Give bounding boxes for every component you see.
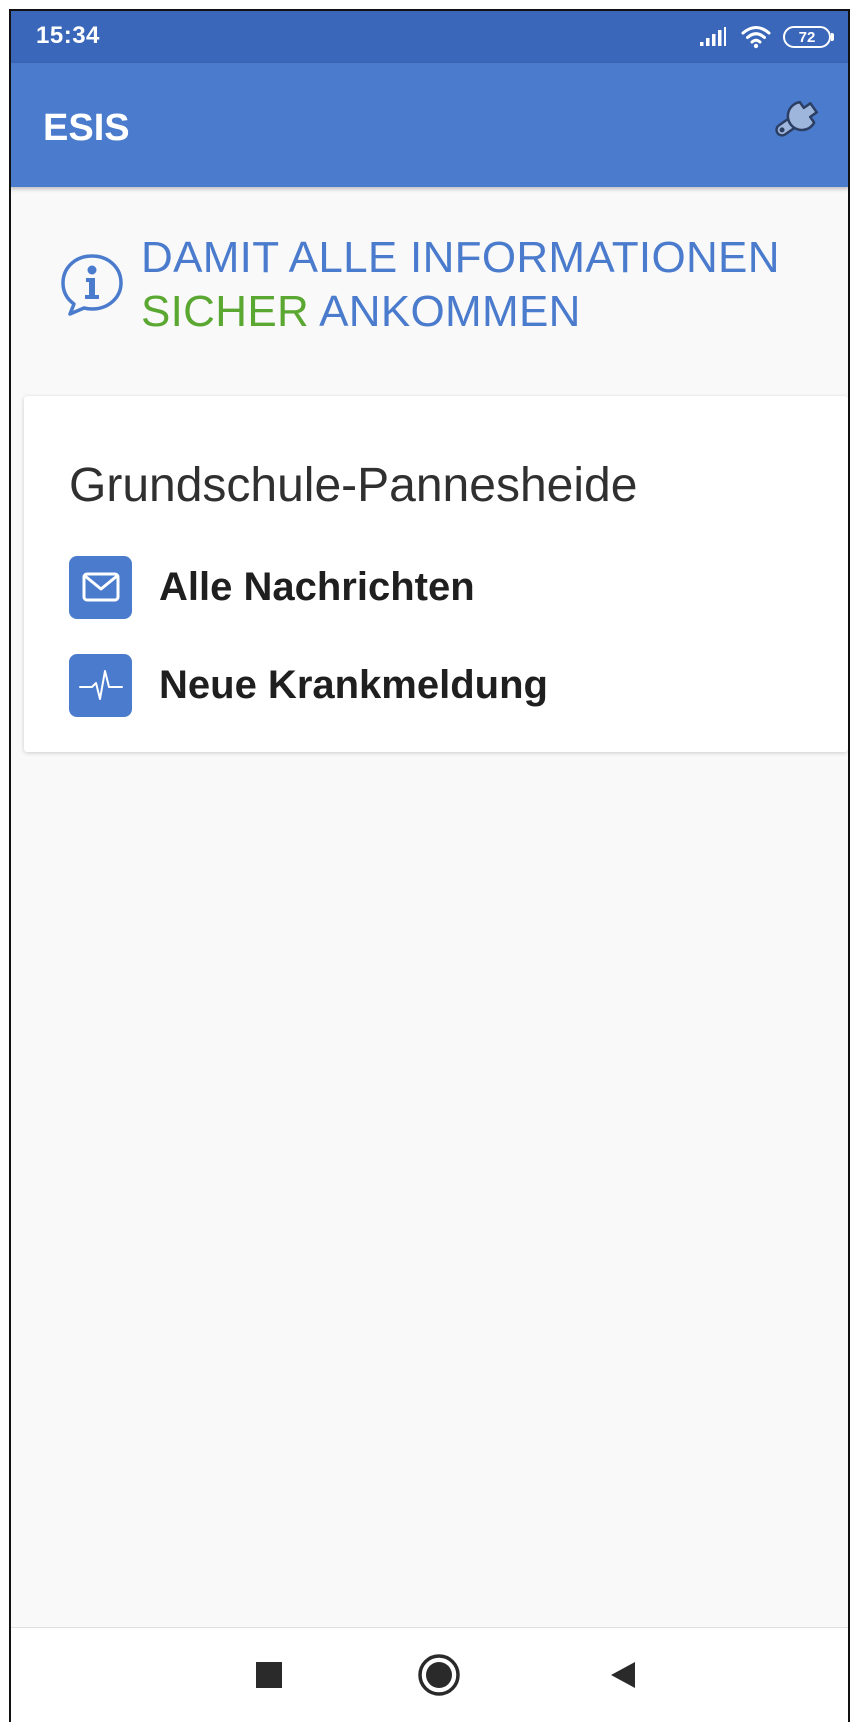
status-icons: 72 xyxy=(699,23,834,51)
headline-line-2: SICHER ANKOMMEN xyxy=(141,285,780,339)
home-icon xyxy=(417,1653,461,1702)
wifi-icon xyxy=(741,25,771,49)
new-sick-note-item[interactable]: Neue Krankmeldung xyxy=(69,653,548,717)
recents-icon xyxy=(256,1661,282,1693)
phone-screen: 15:34 72 ESIS DAMIT ALLE INFORMATIONEN S… xyxy=(10,10,849,1722)
headline-text: DAMIT ALLE INFORMATIONEN SICHER ANKOMMEN xyxy=(141,231,780,339)
navigation-bar xyxy=(10,1627,849,1722)
wrench-icon xyxy=(768,88,834,149)
school-card: Grundschule-Pannesheide Alle Nachrichten… xyxy=(24,396,848,752)
headline-line-2-rest: ANKOMMEN xyxy=(309,287,581,336)
new-sick-note-label: Neue Krankmeldung xyxy=(159,662,548,707)
app-title: ESIS xyxy=(43,107,130,149)
envelope-icon xyxy=(69,555,132,619)
info-icon xyxy=(57,250,127,320)
heartbeat-icon xyxy=(69,653,132,717)
all-messages-item[interactable]: Alle Nachrichten xyxy=(69,555,475,619)
school-name: Grundschule-Pannesheide xyxy=(69,459,638,512)
all-messages-label: Alle Nachrichten xyxy=(159,564,475,609)
settings-button[interactable] xyxy=(761,83,841,153)
home-button[interactable] xyxy=(414,1652,464,1702)
headline-highlight: SICHER xyxy=(141,287,310,336)
headline-line-1: DAMIT ALLE INFORMATIONEN xyxy=(141,233,780,282)
status-time: 15:34 xyxy=(36,22,100,49)
back-icon xyxy=(609,1660,637,1695)
headline: DAMIT ALLE INFORMATIONEN SICHER ANKOMMEN xyxy=(57,231,847,339)
back-button[interactable] xyxy=(598,1652,648,1702)
recents-button[interactable] xyxy=(244,1652,294,1702)
status-bar: 15:34 72 xyxy=(10,10,849,63)
signal-icon xyxy=(699,27,729,47)
app-bar: ESIS xyxy=(10,63,849,187)
battery-icon: 72 xyxy=(783,26,834,48)
